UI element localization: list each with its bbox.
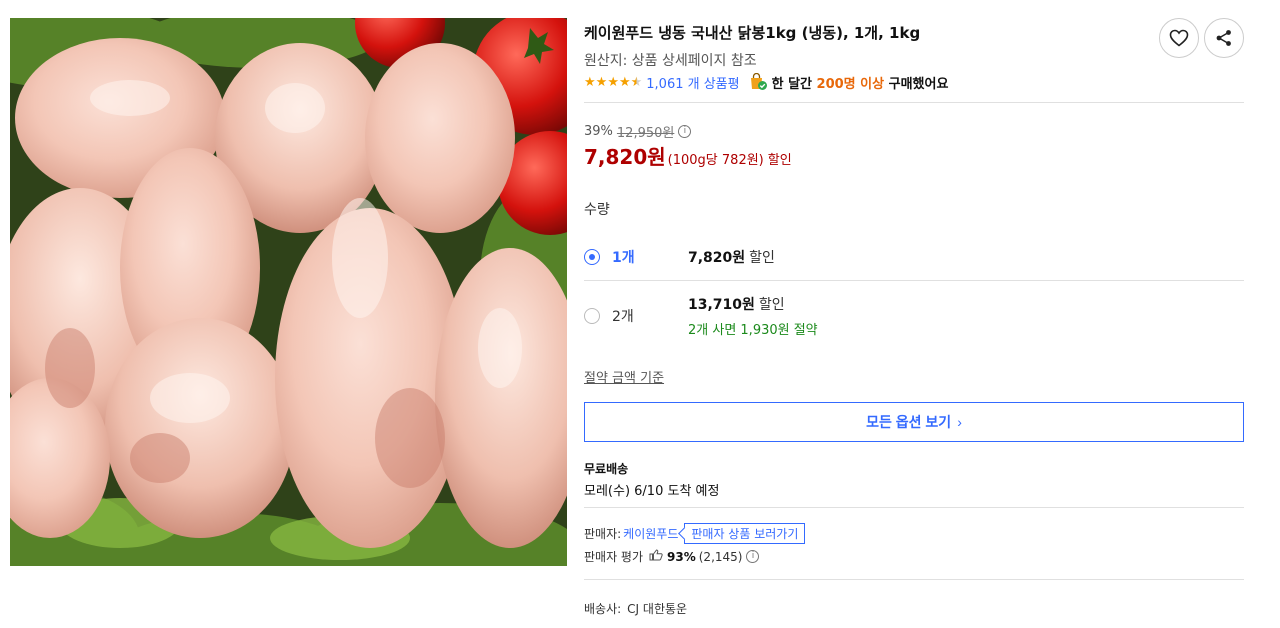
divider — [584, 507, 1244, 508]
review-count-link[interactable]: 1,061 개 상품평 — [646, 73, 739, 92]
product-title: 케이원푸드 냉동 국내산 닭봉1kg (냉동), 1개, 1kg — [584, 24, 921, 42]
star-rating[interactable]: ★ ★ ★ ★ ★ — [584, 76, 642, 89]
product-origin: 원산지: 상품 상세페이지 참조 — [584, 53, 757, 69]
thumbs-up-icon — [649, 549, 663, 564]
price-main-row: 7,820원 (100g당 782원) 할인 — [584, 141, 792, 170]
view-seller-products-button[interactable]: 판매자 상품 보러가기 — [684, 522, 806, 544]
star-icon: ★ — [584, 74, 596, 90]
share-icon — [1216, 30, 1231, 46]
discount-rate: 39% — [584, 124, 613, 139]
share-button[interactable] — [1204, 18, 1244, 58]
radio-selected[interactable] — [584, 249, 600, 265]
seller-rating-row: 판매자 평가 93% (2,145) i — [584, 548, 760, 565]
chevron-right-icon: › — [957, 414, 962, 430]
quantity-label: 수량 — [584, 202, 610, 218]
option-price: 7,820원 — [688, 250, 746, 266]
quantity-option-2[interactable]: 2개 13,710원 할인 2개 사면 1,930원 절약 — [584, 290, 1244, 346]
info-icon[interactable]: i — [678, 125, 692, 138]
shopping-bag-check-icon — [748, 72, 768, 91]
option-qty: 2개 — [612, 309, 634, 325]
divider — [584, 579, 1244, 580]
seller-rating-label: 판매자 평가 — [584, 550, 644, 564]
unit-price: (100g당 782원) — [667, 153, 764, 168]
savings-basis-link[interactable]: 절약 금액 기준 — [584, 367, 664, 386]
seller-rating-count: (2,145) — [698, 549, 743, 564]
quantity-option-1[interactable]: 1개 7,820원 할인 — [584, 237, 1244, 281]
star-icon: ★ — [618, 74, 631, 90]
seller-row: 판매자: 케이원푸드 판매자 상품 보러가기 — [584, 522, 806, 544]
seller-name-link[interactable]: 케이원푸드 — [623, 525, 678, 542]
radio-unselected[interactable] — [584, 308, 600, 324]
final-price: 7,820원 — [584, 145, 666, 169]
wishlist-button[interactable] — [1159, 18, 1199, 58]
half-star-icon: ★ — [630, 74, 643, 90]
option-sale-label: 할인 — [758, 297, 785, 313]
star-icon: ★ — [595, 74, 608, 90]
free-shipping-label: 무료배송 — [584, 462, 629, 476]
all-options-label: 모든 옵션 보기 — [866, 414, 952, 430]
star-icon: ★ — [607, 74, 619, 90]
option-savings: 2개 사면 1,930원 절약 — [688, 323, 818, 338]
carrier-label: 배송사: — [584, 602, 622, 616]
carrier-row: 배송사: CJ 대한통운 — [584, 600, 687, 617]
chicken-drumsticks-illustration — [10, 18, 567, 566]
product-image[interactable] — [10, 18, 567, 566]
monthly-purchase-text: 한 달간 200명 이상 구매했어요 — [771, 76, 949, 92]
seller-label: 판매자: — [584, 526, 622, 541]
option-qty: 1개 — [612, 250, 635, 266]
option-price-row: 7,820원 할인 — [688, 247, 775, 267]
seller-rating-percent: 93% — [667, 549, 696, 564]
option-price-row: 13,710원 할인 — [688, 294, 785, 314]
purchase-count-highlight: 200명 이상 — [816, 76, 885, 92]
original-price: 12,950원 — [616, 126, 675, 141]
price-discount-row: 39% 12,950원 i — [584, 122, 692, 141]
info-icon[interactable]: i — [746, 550, 760, 563]
arrival-date: 모레(수) 6/10 도착 예정 — [584, 484, 720, 499]
carrier-name: CJ 대한통운 — [627, 602, 688, 616]
heart-icon — [1169, 29, 1189, 47]
sale-label: 할인 — [767, 153, 792, 168]
all-options-button[interactable]: 모든 옵션 보기 › — [584, 402, 1244, 442]
divider — [584, 280, 1244, 281]
divider — [584, 102, 1244, 103]
option-sale-label: 할인 — [749, 250, 775, 266]
option-price: 13,710원 — [688, 297, 755, 313]
rating-row: ★ ★ ★ ★ ★ 1,061 개 상품평 한 달간 200명 이상 구매했어요 — [584, 72, 949, 92]
